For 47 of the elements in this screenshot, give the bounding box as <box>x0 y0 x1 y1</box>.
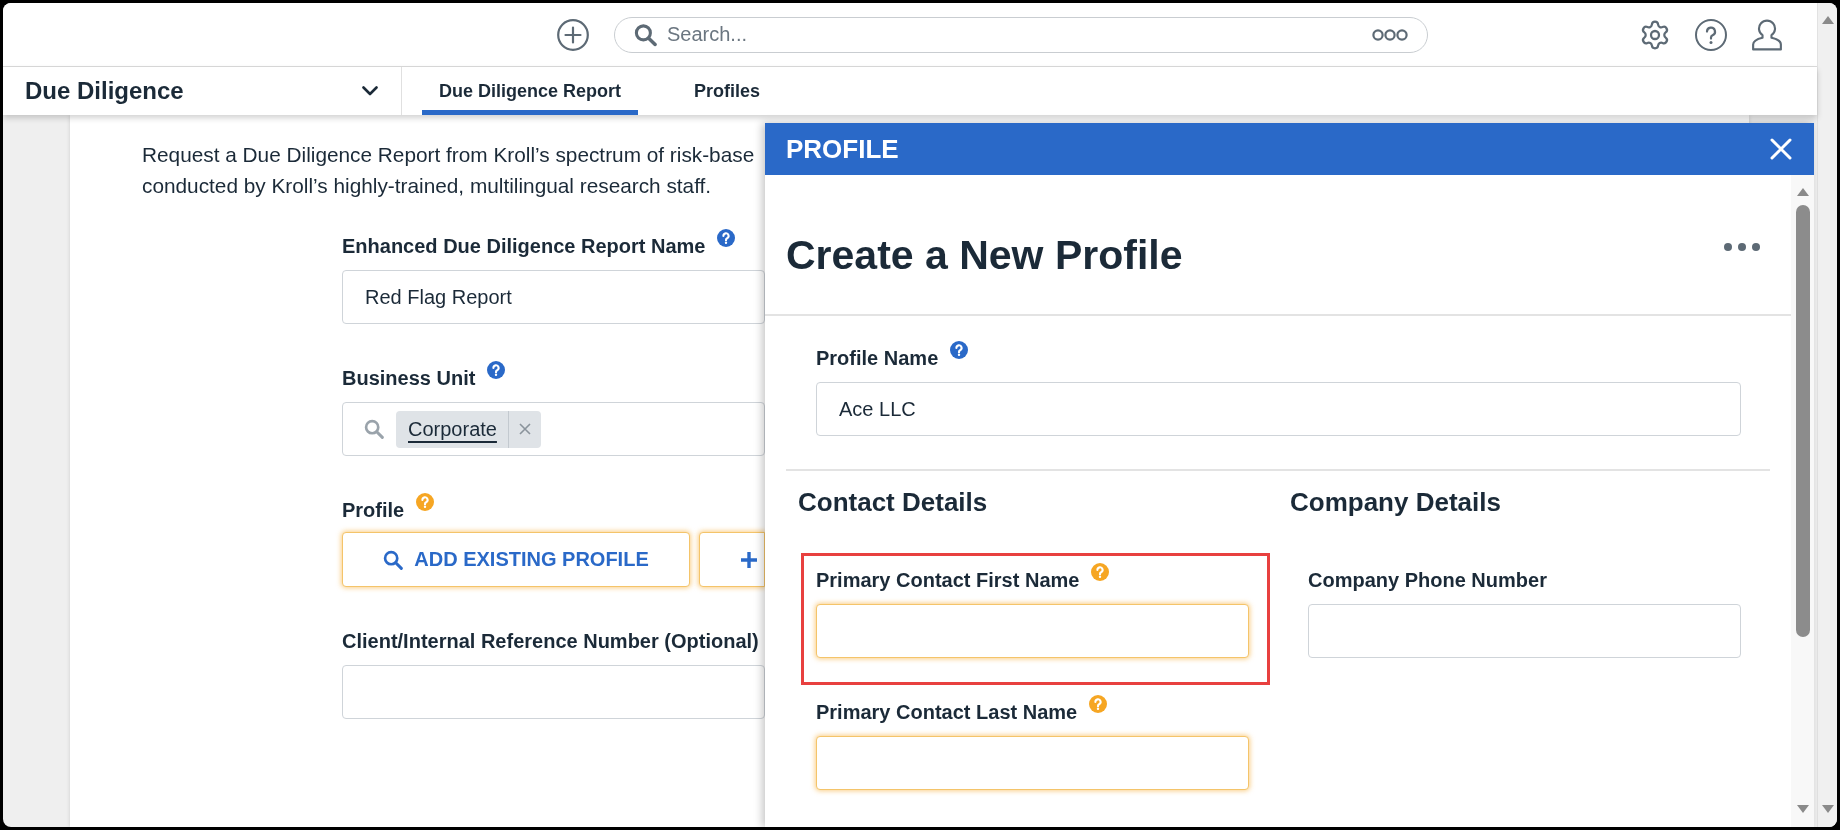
add-button[interactable] <box>699 532 765 587</box>
ellipsis-icon[interactable] <box>1372 28 1408 41</box>
text-input[interactable]: Red Flag Report <box>342 270 765 324</box>
panel-header-title: PROFILE <box>786 133 899 165</box>
help-icon[interactable] <box>950 341 969 359</box>
description-text: Request a Due Diligence Report from Kroll’s spectrum of risk-base <box>142 142 755 168</box>
settings-icon[interactable] <box>1639 18 1671 51</box>
user-icon[interactable] <box>1751 18 1783 51</box>
field-label: Client/Internal Reference Number (Optional) <box>342 629 759 653</box>
search-icon <box>634 23 657 46</box>
section-heading: Contact Details <box>798 487 989 517</box>
field-label: Business Unit <box>342 366 476 390</box>
scroll-down-icon[interactable] <box>1796 805 1809 813</box>
field-label: Primary Contact Last Name <box>816 700 1078 724</box>
remove-icon[interactable] <box>518 423 531 435</box>
chevron-down-icon <box>362 86 378 96</box>
text-input[interactable]: Ace LLC <box>816 382 1741 436</box>
field-label: Enhanced Due Diligence Report Name <box>342 234 706 258</box>
scroll-down-icon[interactable] <box>1821 805 1834 813</box>
text-input[interactable] <box>816 736 1249 790</box>
tag-input-field[interactable]: Corporate <box>342 402 765 456</box>
tab[interactable]: Profiles <box>677 67 778 115</box>
field-label: Primary Contact First Name <box>816 568 1080 592</box>
field-label: Profile Name <box>816 346 939 370</box>
text-input[interactable] <box>342 665 765 719</box>
search-field[interactable]: Search... <box>614 16 1428 53</box>
scroll-up-icon[interactable] <box>1821 16 1834 24</box>
search-icon <box>364 419 384 439</box>
panel-title: Create a New Profile <box>786 230 1183 279</box>
scrollbar-thumb[interactable] <box>1795 205 1810 637</box>
ellipsis-icon[interactable] <box>1724 242 1760 251</box>
scroll-up-icon[interactable] <box>1796 188 1809 196</box>
text-input[interactable] <box>816 604 1249 658</box>
section-heading: Company Details <box>1290 487 1502 517</box>
text-input[interactable] <box>1308 604 1741 658</box>
help-icon[interactable] <box>717 229 736 247</box>
tag-label[interactable]: Corporate <box>396 410 508 448</box>
add-existing-button[interactable]: ADD EXISTING PROFILE <box>342 532 690 587</box>
plus-icon <box>741 551 757 568</box>
plus-circle-icon[interactable] <box>557 18 589 51</box>
field-label: Company Phone Number <box>1308 568 1547 592</box>
description-text: conducted by Kroll’s highly-trained, multilingual research staff. <box>142 173 712 199</box>
field-label: Profile <box>342 498 405 522</box>
help-icon[interactable] <box>1695 18 1727 51</box>
close-icon[interactable] <box>1770 138 1792 160</box>
help-icon[interactable] <box>487 361 506 379</box>
search-icon <box>383 549 404 570</box>
